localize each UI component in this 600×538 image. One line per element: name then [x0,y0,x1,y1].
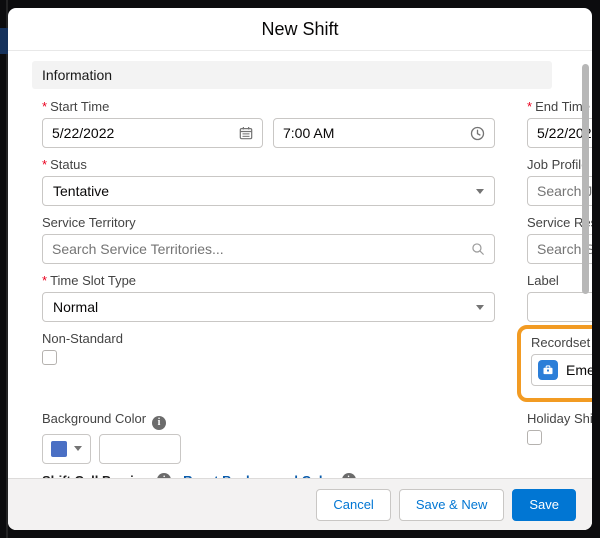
color-swatch [51,440,67,457]
status-selected-value: Tentative [53,183,110,199]
field-holiday-shift: Holiday Shift [527,411,592,450]
start-time-label: * Start Time [42,99,110,114]
time-slot-type-select[interactable]: Normal [42,292,495,322]
field-shift-cell-preview: Shift Cell Preview i Reset Background Co… [42,473,592,479]
status-label: * Status [42,157,87,172]
service-territory-lookup[interactable] [42,234,495,264]
start-time-input[interactable] [273,118,495,148]
holiday-shift-checkbox[interactable] [527,430,542,445]
shift-cell-preview-label: Shift Cell Preview [42,473,151,479]
background-header-strip [0,28,8,54]
background-color-label: Background Color i [42,411,495,430]
field-background-color: Background Color i [42,411,495,464]
service-territory-label: Service Territory [42,215,136,230]
service-territory-search-input[interactable] [52,241,465,257]
holiday-shift-label: Holiday Shift [527,411,592,426]
color-swatch-button[interactable] [42,433,91,464]
chevron-down-icon [476,188,484,194]
label-input-wrap[interactable] [527,292,592,322]
field-non-standard: Non-Standard [42,331,495,370]
field-status: * Status Tentative [42,157,495,206]
section-header-information: Information [32,61,552,89]
status-select[interactable]: Tentative [42,176,495,206]
cancel-button[interactable]: Cancel [316,488,391,521]
required-asterisk: * [42,99,48,114]
modal-header: New Shift [8,8,592,51]
start-date-input[interactable] [42,118,263,148]
non-standard-checkbox[interactable] [42,350,57,365]
start-time-value[interactable] [283,125,464,141]
annotation-highlight-box: Recordset Filter Criteria Emergency Only… [517,325,592,402]
label-input[interactable] [537,299,592,315]
reset-background-color-link[interactable]: Reset Background Color [183,473,335,479]
modal-body: Information * Start Time 5/22/2022 7:00 … [8,51,592,478]
calendar-icon[interactable] [239,126,253,140]
form-grid: * Start Time 5/22/2022 7:00 AM * End Tim… [32,99,592,478]
time-slot-type-selected-value: Normal [53,299,99,315]
field-start-time: * Start Time [42,99,495,148]
non-standard-label: Non-Standard [42,331,123,346]
start-date-value[interactable] [52,125,233,141]
info-icon[interactable]: i [157,473,172,478]
field-service-territory: Service Territory [42,215,495,264]
recordset-filter-criteria-icon [538,360,558,380]
vertical-scrollbar[interactable] [582,64,589,294]
section-title: Information [42,67,113,83]
required-asterisk: * [42,273,48,288]
save-button[interactable]: Save [512,488,576,521]
recordset-filter-criteria-pill[interactable]: Emergency Only ✕ [531,354,592,386]
field-recordset-filter-criteria: Recordset Filter Criteria Emergency Only… [517,325,592,402]
search-icon [471,242,485,256]
chevron-down-icon [476,304,484,310]
info-icon[interactable]: i [152,415,167,430]
modal-footer: Cancel Save & New Save [8,478,592,530]
save-and-new-button[interactable]: Save & New [398,488,505,521]
page-title: New Shift [261,18,339,39]
required-asterisk: * [42,157,48,172]
background-color-input[interactable] [99,433,181,464]
new-shift-modal: New Shift Information * Start Time 5/22/… [8,8,592,530]
field-time-slot-type: * Time Slot Type Normal [42,273,495,322]
required-asterisk: * [527,99,533,114]
recordset-filter-criteria-value: Emergency Only [566,362,592,378]
chevron-down-icon [74,446,82,451]
time-slot-type-label: * Time Slot Type [42,273,137,288]
recordset-filter-criteria-label: Recordset Filter Criteria [531,335,592,350]
clock-icon[interactable] [470,126,485,141]
info-icon[interactable]: i [341,473,356,478]
